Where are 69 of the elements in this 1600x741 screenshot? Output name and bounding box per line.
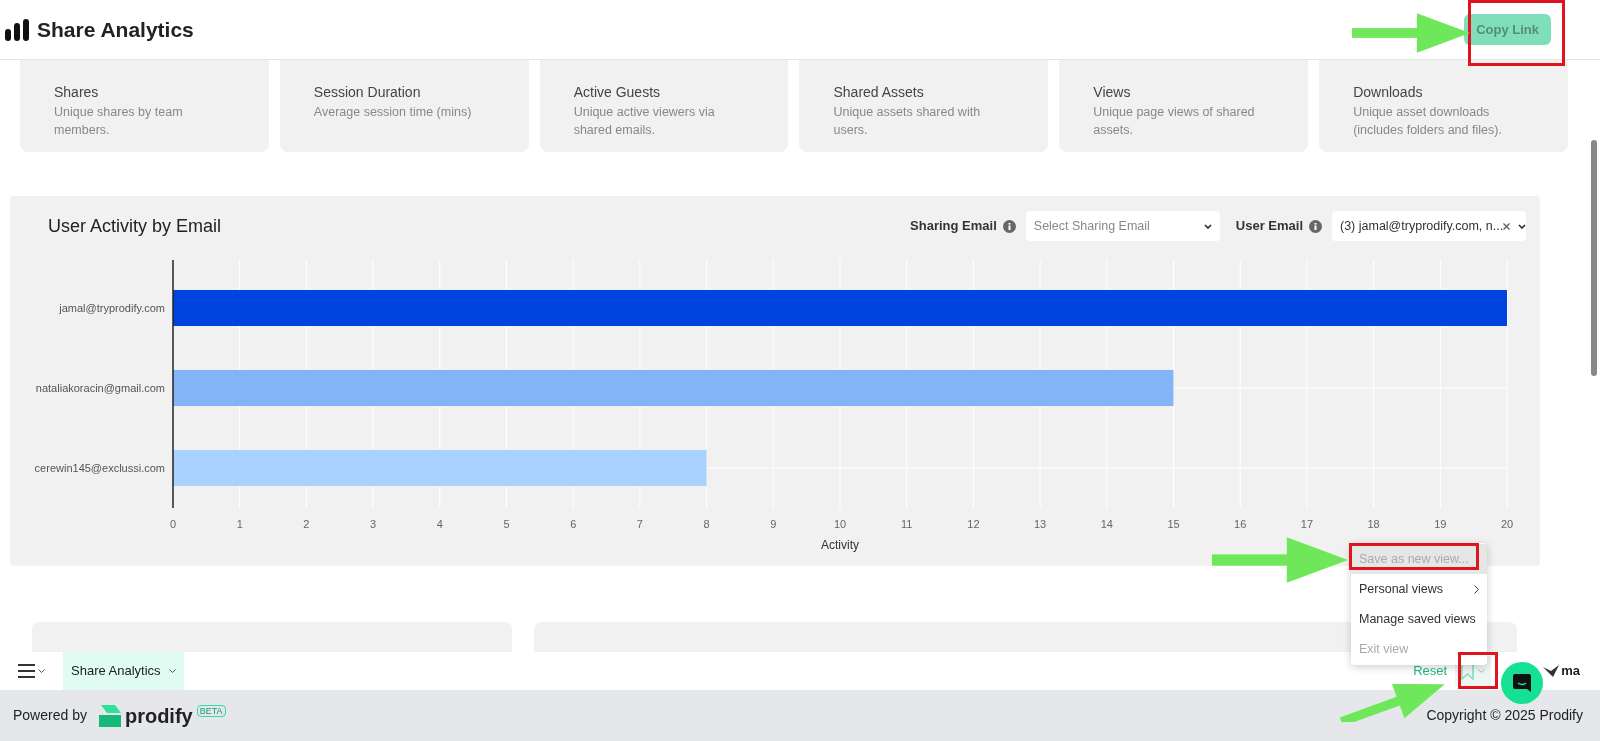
axis-label: cerewin145@exclussi.com: [34, 462, 165, 474]
chevron-right-icon: [1474, 584, 1479, 594]
panel-title: User Activity by Email: [48, 214, 222, 238]
card-description: Unique page views of shared assets.: [1093, 104, 1256, 139]
axis-title: Activity: [821, 538, 859, 552]
chat-icon: [1512, 673, 1532, 693]
tick-label: 17: [1300, 518, 1314, 530]
chevron-down-icon: [38, 669, 45, 673]
beta-badge: BETA: [196, 704, 226, 717]
card-title: Shares: [54, 83, 100, 102]
select-field[interactable]: Select Sharing Email: [1025, 211, 1220, 241]
filter-label: User Email: [1235, 217, 1303, 236]
filter-label: Sharing Email: [910, 217, 997, 236]
card-title: Shared Assets: [833, 83, 925, 102]
menu-icon: [18, 664, 35, 678]
tick-label: 2: [303, 518, 310, 530]
menu-item[interactable]: Manage saved views: [1351, 604, 1487, 634]
info-icon: [1002, 219, 1016, 233]
bookmark-icon: [1461, 662, 1475, 680]
tick-label: 3: [370, 518, 377, 530]
toolbar-label: ma: [1561, 662, 1580, 681]
tick-label: 13: [1033, 518, 1047, 530]
tick-label: 10: [833, 518, 847, 530]
chevron-down-icon: [1203, 223, 1212, 229]
card-description: Unique assets shared with users.: [833, 104, 982, 139]
tick-label: 7: [636, 518, 643, 530]
tick-label: 20: [1500, 518, 1514, 530]
card-description: Average session time (mins): [313, 104, 473, 121]
brand-name: prodify: [124, 705, 193, 726]
card-title: Session Duration: [313, 83, 422, 102]
tick-label: 16: [1234, 518, 1247, 530]
copy-link-button[interactable]: Copy Link: [1464, 13, 1551, 46]
card-description: Unique active viewers via shared emails.: [573, 104, 716, 139]
powered-by-text: Powered by: [13, 706, 87, 725]
axis-label: jamal@tryprodify.com: [59, 302, 165, 314]
chevron-down-icon: [1518, 223, 1527, 229]
chevron-down-icon: [1478, 669, 1486, 673]
select-field[interactable]: (3) jamal@tryprodify.com, n...: [1332, 211, 1526, 241]
chevron-down-icon: [168, 669, 176, 673]
tick-label: 9: [770, 518, 777, 530]
copyright-text: Copyright © 2025 Prodify: [1426, 706, 1584, 725]
bar-chart-icon: [5, 18, 29, 41]
info-icon: [1309, 219, 1322, 233]
highlight-frame: [1458, 652, 1498, 689]
card-title: Active Guests: [573, 83, 662, 102]
card-description: Unique shares by team members.: [54, 104, 184, 139]
logo-icon: [98, 704, 121, 727]
tick-label: 5: [503, 518, 510, 530]
reset-button[interactable]: Reset: [1413, 661, 1448, 681]
sheet-tab[interactable]: Share Analytics: [63, 652, 184, 690]
tick-label: 11: [901, 518, 913, 530]
card-title: Downloads: [1353, 83, 1424, 102]
tick-label: 1: [236, 518, 243, 530]
menu-item[interactable]: Personal views: [1351, 574, 1487, 604]
tick-label: 0: [169, 518, 177, 530]
close-icon[interactable]: [1503, 222, 1511, 230]
card-title: Views: [1093, 83, 1132, 102]
tick-label: 19: [1434, 518, 1447, 530]
axis-label: nataliakoracin@gmail.com: [35, 382, 165, 394]
card-description: Unique asset downloads (includes folders and files).: [1353, 104, 1503, 139]
tick-label: 15: [1167, 518, 1180, 530]
tick-label: 18: [1367, 518, 1380, 530]
tick-label: 4: [436, 518, 443, 530]
tick-label: 14: [1100, 518, 1113, 530]
page-title: Share Analytics: [37, 16, 194, 43]
tick-label: 8: [703, 518, 710, 530]
tick-label: 12: [967, 518, 980, 530]
scrollbar-thumb[interactable]: [1591, 140, 1597, 376]
tick-label: 6: [570, 518, 577, 530]
